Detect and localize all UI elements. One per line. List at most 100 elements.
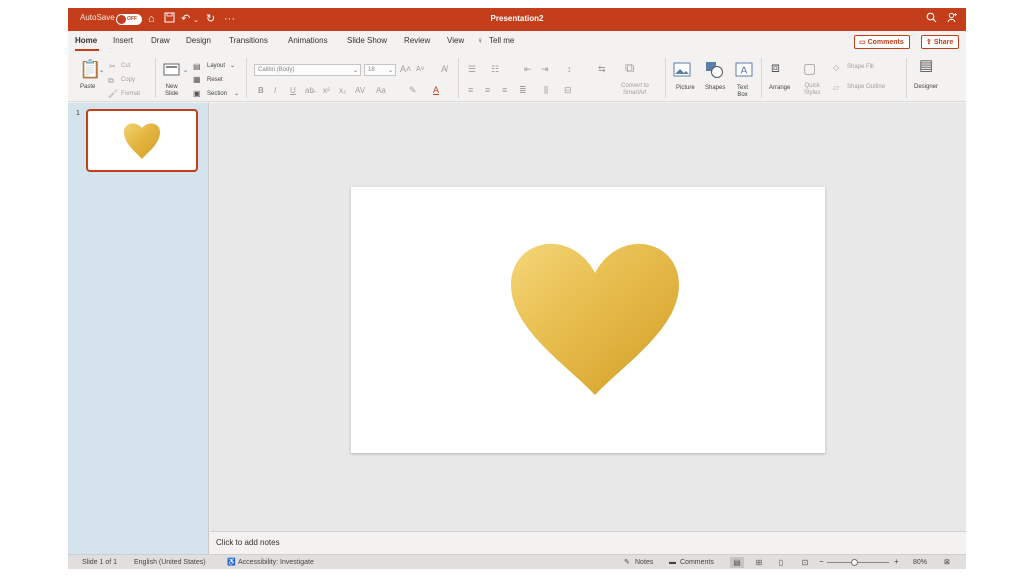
share-button[interactable]: ⇪ Share — [921, 35, 960, 49]
normal-view-button[interactable]: ▤ — [730, 557, 744, 568]
tab-slide-show[interactable]: Slide Show — [347, 36, 387, 45]
new-slide-dropdown-icon[interactable]: ⌄ — [183, 65, 188, 77]
bold-button[interactable]: B — [258, 85, 264, 97]
quick-styles-icon[interactable]: ▢ — [803, 61, 816, 75]
share-person-icon[interactable] — [947, 12, 958, 27]
designer-icon[interactable]: ▤ — [919, 58, 933, 73]
format-label[interactable]: Format — [121, 91, 140, 98]
shape-outline-label[interactable]: Shape Outline — [847, 84, 885, 91]
tab-insert[interactable]: Insert — [113, 36, 133, 45]
cut-icon[interactable]: ✂ — [109, 61, 116, 73]
slide-sorter-button[interactable]: ⊞ — [752, 557, 766, 568]
text-box-label[interactable]: Text Box — [737, 85, 748, 99]
zoom-out-button[interactable]: − — [819, 557, 824, 566]
format-painter-icon[interactable]: 🖌 — [108, 88, 118, 100]
section-icon[interactable]: ▣ — [193, 88, 201, 100]
layout-label[interactable]: Layout — [207, 63, 225, 70]
layout-icon[interactable]: ▤ — [193, 61, 201, 73]
slide-thumbnail[interactable] — [86, 109, 198, 172]
ribbon-separator — [458, 58, 459, 98]
underline-button[interactable]: U — [290, 85, 296, 97]
reset-label[interactable]: Reset — [207, 77, 223, 84]
accessibility-icon[interactable]: ♿ — [227, 558, 236, 567]
copy-label[interactable]: Copy — [121, 77, 135, 84]
notes-placeholder[interactable]: Click to add notes — [216, 538, 280, 547]
paste-dropdown-icon[interactable]: ⌄ — [99, 65, 104, 77]
slide[interactable] — [351, 187, 825, 453]
quick-styles-label[interactable]: Quick Styles — [804, 83, 820, 97]
highlight-icon[interactable]: ✎ — [409, 84, 417, 96]
slide-canvas — [210, 103, 966, 531]
picture-icon[interactable] — [673, 62, 691, 80]
numbering-icon[interactable]: ☷ — [491, 63, 499, 75]
bullets-icon[interactable]: ☰ — [468, 63, 476, 75]
tab-animations[interactable]: Animations — [288, 36, 328, 45]
cut-label[interactable]: Cut — [121, 63, 130, 70]
notes-pane[interactable]: Click to add notes — [210, 531, 966, 554]
character-spacing-icon[interactable]: AV — [355, 85, 365, 97]
clear-formatting-icon[interactable]: A̸ — [441, 63, 447, 75]
shape-fill-icon[interactable]: ◇ — [833, 62, 839, 74]
align-left-icon[interactable]: ≡ — [468, 84, 473, 96]
reset-icon[interactable]: ▦ — [193, 74, 201, 86]
slideshow-view-button[interactable]: ⊡ — [798, 557, 812, 568]
convert-smartart-label[interactable]: Convert to SmartArt — [621, 83, 649, 97]
justify-icon[interactable]: ≣ — [519, 84, 527, 96]
copy-icon[interactable]: ⧉ — [108, 75, 114, 87]
tab-draw[interactable]: Draw — [151, 36, 170, 45]
shapes-label[interactable]: Shapes — [705, 85, 725, 92]
comments-button[interactable]: ▭ Comments — [854, 35, 910, 49]
superscript-icon[interactable]: x² — [323, 85, 330, 97]
font-name-combo[interactable]: Calibri (Body) ⌄ — [254, 64, 361, 76]
text-box-icon[interactable]: A — [735, 62, 753, 80]
comments-icon[interactable]: ▬ — [669, 558, 676, 567]
tab-view[interactable]: View — [447, 36, 464, 45]
strikethrough-icon[interactable]: ab̶ — [305, 85, 314, 97]
shape-fill-label[interactable]: Shape Fill — [847, 64, 874, 71]
zoom-slider-thumb[interactable] — [851, 559, 859, 566]
fit-to-window-icon[interactable]: ⊠ — [944, 558, 950, 567]
comments-toggle[interactable]: Comments — [680, 558, 714, 567]
search-icon[interactable] — [926, 12, 937, 27]
increase-font-icon[interactable]: A˄ — [400, 63, 411, 75]
subscript-icon[interactable]: x₂ — [339, 85, 346, 97]
line-spacing-icon[interactable]: ↕ — [567, 63, 572, 75]
align-center-icon[interactable]: ≡ — [485, 84, 490, 96]
tab-transitions[interactable]: Transitions — [229, 36, 268, 45]
arrange-icon[interactable]: ⧈ — [771, 60, 780, 74]
font-size-combo[interactable]: 18 ⌄ — [364, 64, 396, 76]
tell-me-search[interactable]: Tell me — [489, 36, 514, 45]
layout-dropdown-icon[interactable]: ⌄ — [230, 63, 235, 70]
shapes-icon[interactable] — [705, 61, 725, 81]
align-text-icon[interactable]: ⊟ — [564, 84, 572, 96]
picture-label[interactable]: Picture — [676, 85, 695, 92]
align-right-icon[interactable]: ≡ — [502, 84, 507, 96]
smartart-icon[interactable]: ⧉ — [625, 61, 634, 74]
tab-home[interactable]: Home — [75, 36, 97, 45]
notes-icon[interactable]: ✎ — [624, 558, 630, 567]
designer-label[interactable]: Designer — [914, 84, 938, 91]
columns-icon[interactable]: ⫼ — [544, 84, 548, 96]
decrease-indent-icon[interactable]: ⇤ — [524, 63, 532, 75]
italic-button[interactable]: I — [274, 85, 276, 97]
gold-heart-image[interactable] — [351, 187, 825, 453]
font-color-button[interactable]: A — [433, 84, 439, 96]
new-slide-label[interactable]: New Slide — [165, 84, 178, 98]
zoom-in-button[interactable]: + — [894, 557, 899, 566]
new-slide-icon[interactable] — [163, 62, 181, 79]
arrange-label[interactable]: Arrange — [769, 85, 790, 92]
section-dropdown-icon[interactable]: ⌄ — [234, 91, 239, 98]
accessibility-status[interactable]: Accessibility: Investigate — [238, 558, 314, 567]
section-label[interactable]: Section — [207, 91, 227, 98]
reading-view-button[interactable]: ▯ — [774, 557, 788, 568]
tab-design[interactable]: Design — [186, 36, 211, 45]
tab-review[interactable]: Review — [404, 36, 430, 45]
increase-indent-icon[interactable]: ⇥ — [541, 63, 549, 75]
language-status[interactable]: English (United States) — [134, 558, 206, 567]
notes-toggle[interactable]: Notes — [635, 558, 653, 567]
text-direction-icon[interactable]: ⇆ — [598, 63, 606, 75]
change-case-button[interactable]: Aa — [376, 85, 386, 97]
decrease-font-icon[interactable]: A˅ — [416, 64, 425, 76]
shape-outline-icon[interactable]: ▱ — [833, 82, 839, 94]
zoom-level[interactable]: 80% — [913, 558, 927, 567]
